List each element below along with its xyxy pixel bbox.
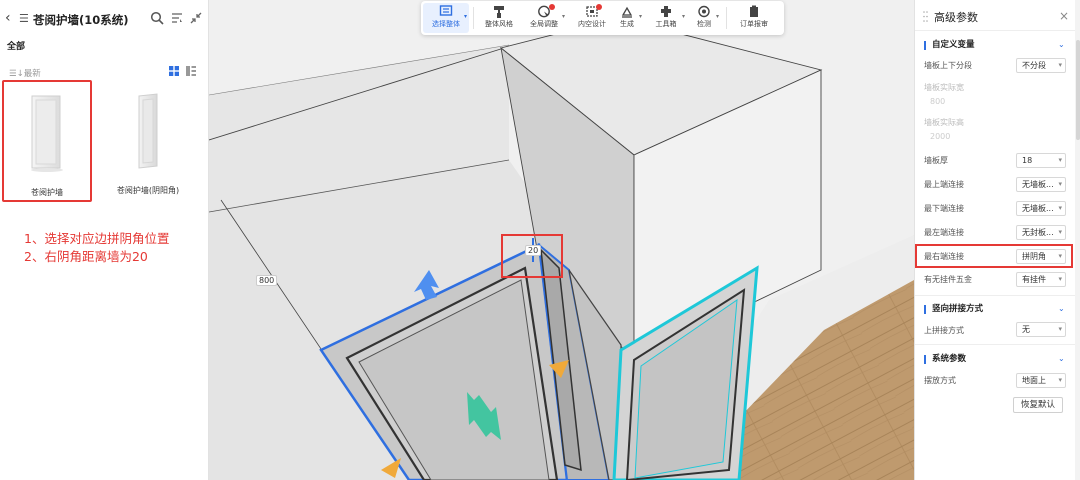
toolbox-icon <box>661 6 671 17</box>
toolbox-button[interactable]: 工具箱 <box>649 3 683 33</box>
param-label: 摆放方式 <box>924 376 956 385</box>
detect-button[interactable]: 检测 <box>691 3 717 33</box>
param-label: 墙板上下分段 <box>924 61 972 70</box>
panel-title: 高级参数 <box>934 11 978 24</box>
detect-icon <box>698 5 710 18</box>
dimension-label-800: 800 <box>256 275 278 286</box>
order-review-label: 订单报审 <box>740 20 768 28</box>
select-top-connection[interactable]: 无墙板... <box>1016 177 1066 192</box>
chevron-down-icon[interactable]: ▾ <box>562 13 565 20</box>
collapse-icon[interactable] <box>190 12 202 24</box>
select-icon <box>439 5 453 16</box>
select-hanger-hardware[interactable]: 有挂件 <box>1016 272 1066 287</box>
select-placement[interactable]: 地面上 <box>1016 373 1066 388</box>
annotation-highlight-box <box>915 244 1073 268</box>
divider <box>915 30 1075 31</box>
param-label: 最上端连接 <box>924 180 964 189</box>
param-label: 墙板实际高 <box>924 118 964 127</box>
readonly-value-width: 800 <box>930 97 946 106</box>
notification-badge <box>549 4 555 10</box>
select-whole-label: 选择整体 <box>432 20 460 28</box>
select-panel-thickness[interactable]: 18 <box>1016 153 1066 168</box>
section-vertical-joint[interactable]: 竖向拼接方式 <box>924 305 983 314</box>
generate-button[interactable]: 生成 <box>614 3 640 33</box>
toolbar-divider <box>473 7 474 29</box>
scrollbar-thumb[interactable] <box>1076 40 1080 140</box>
section-custom-variables[interactable]: 自定义变量 <box>924 41 975 50</box>
category-all[interactable]: 全部 <box>7 39 25 52</box>
wall-panel-thumbnail <box>31 95 63 172</box>
wall-panel-corner-thumbnail <box>138 93 158 169</box>
readonly-value-height: 2000 <box>930 132 951 141</box>
param-label: 墙板实际宽 <box>924 83 964 92</box>
chevron-down-icon[interactable]: ▾ <box>716 13 719 20</box>
brush-icon <box>494 6 504 18</box>
library-item-label: 苍阅护墙(阴阳角) <box>116 186 180 195</box>
select-panel-segment[interactable]: 不分段 <box>1016 58 1066 73</box>
chevron-down-icon[interactable]: ▾ <box>639 13 642 20</box>
param-label: 最左端连接 <box>924 228 964 237</box>
section-system-params[interactable]: 系统参数 <box>924 355 966 364</box>
chevron-down-icon[interactable]: ⌄ <box>1058 40 1065 49</box>
select-left-connection[interactable]: 无封板... <box>1016 225 1066 240</box>
library-header: ‹ ☰ 苍阅护墙(10系统) <box>0 0 209 38</box>
sort-icon: ☰↓ <box>9 69 24 79</box>
drag-handle-icon[interactable] <box>923 11 928 22</box>
sort-label: 最新 <box>23 69 41 79</box>
sort-toggle[interactable]: ☰↓最新 <box>9 67 41 79</box>
global-adjust-label: 全局调整 <box>530 20 558 28</box>
generate-icon <box>621 6 633 18</box>
annotation-step-2: 2、右阴角距离墙为20 <box>24 249 148 264</box>
select-bottom-connection[interactable]: 无墙板... <box>1016 201 1066 216</box>
generate-label: 生成 <box>620 20 634 28</box>
chevron-down-icon[interactable]: ⌄ <box>1058 354 1065 363</box>
toolbox-label: 工具箱 <box>655 20 677 28</box>
detect-label: 检测 <box>697 20 711 28</box>
param-label: 有无挂件五金 <box>924 275 972 284</box>
filter-icon[interactable] <box>171 12 183 24</box>
inner-design-button[interactable]: 内空设计 <box>572 3 612 33</box>
library-panel: ‹ ☰ 苍阅护墙(10系统) 全部 ☰↓最新 苍阅护墙 苍阅护墙(阴阳角) 1、… <box>0 0 209 480</box>
global-adjust-button[interactable]: 全局调整 <box>524 3 564 33</box>
param-label: 最下端连接 <box>924 204 964 213</box>
param-label: 上拼接方式 <box>924 326 964 335</box>
toolbar-divider <box>726 7 727 29</box>
divider <box>915 295 1075 296</box>
library-item-wall-panel[interactable]: 苍阅护墙 <box>2 80 92 202</box>
search-icon[interactable] <box>150 11 164 25</box>
list-icon: ☰ <box>19 12 29 25</box>
notification-badge <box>596 4 602 10</box>
select-top-joint[interactable]: 无 <box>1016 322 1066 337</box>
param-label: 墙板厚 <box>924 156 948 165</box>
library-item-wall-panel-corner[interactable]: 苍阅护墙(阴阳角) <box>103 80 193 202</box>
overall-style-button[interactable]: 整体风格 <box>479 3 519 33</box>
select-whole-button[interactable]: 选择整体 <box>423 3 469 33</box>
divider <box>915 344 1075 345</box>
close-icon[interactable]: × <box>1059 9 1069 23</box>
annotation-highlight-box <box>501 234 563 278</box>
order-review-button[interactable]: 订单报审 <box>732 3 776 33</box>
chevron-down-icon[interactable]: ⌄ <box>1058 304 1065 313</box>
list-view-icon[interactable] <box>186 66 196 76</box>
chevron-down-icon[interactable]: ▾ <box>464 13 467 20</box>
top-toolbar: 选择整体 ▾ 整体风格 全局调整 ▾ 内空设计 生成 ▾ 工具箱 ▾ 检测 ▾ … <box>421 1 784 35</box>
annotation-step-1: 1、选择对应边拼阴角位置 <box>24 231 170 246</box>
back-icon[interactable]: ‹ <box>5 11 11 25</box>
library-title: 苍阅护墙(10系统) <box>33 13 129 27</box>
inner-design-label: 内空设计 <box>578 20 606 28</box>
3d-viewport[interactable]: 800 20 <box>209 0 914 480</box>
advanced-params-panel: 高级参数 × 自定义变量 ⌄ 墙板上下分段 不分段 墙板实际宽 800 墙板实际… <box>914 0 1080 480</box>
order-review-icon <box>750 5 758 17</box>
library-item-label: 苍阅护墙 <box>31 188 63 197</box>
reset-default-button[interactable]: 恢复默认 <box>1013 397 1063 413</box>
chevron-down-icon[interactable]: ▾ <box>682 13 685 20</box>
overall-style-label: 整体风格 <box>485 20 513 28</box>
grid-view-icon[interactable] <box>169 66 179 76</box>
